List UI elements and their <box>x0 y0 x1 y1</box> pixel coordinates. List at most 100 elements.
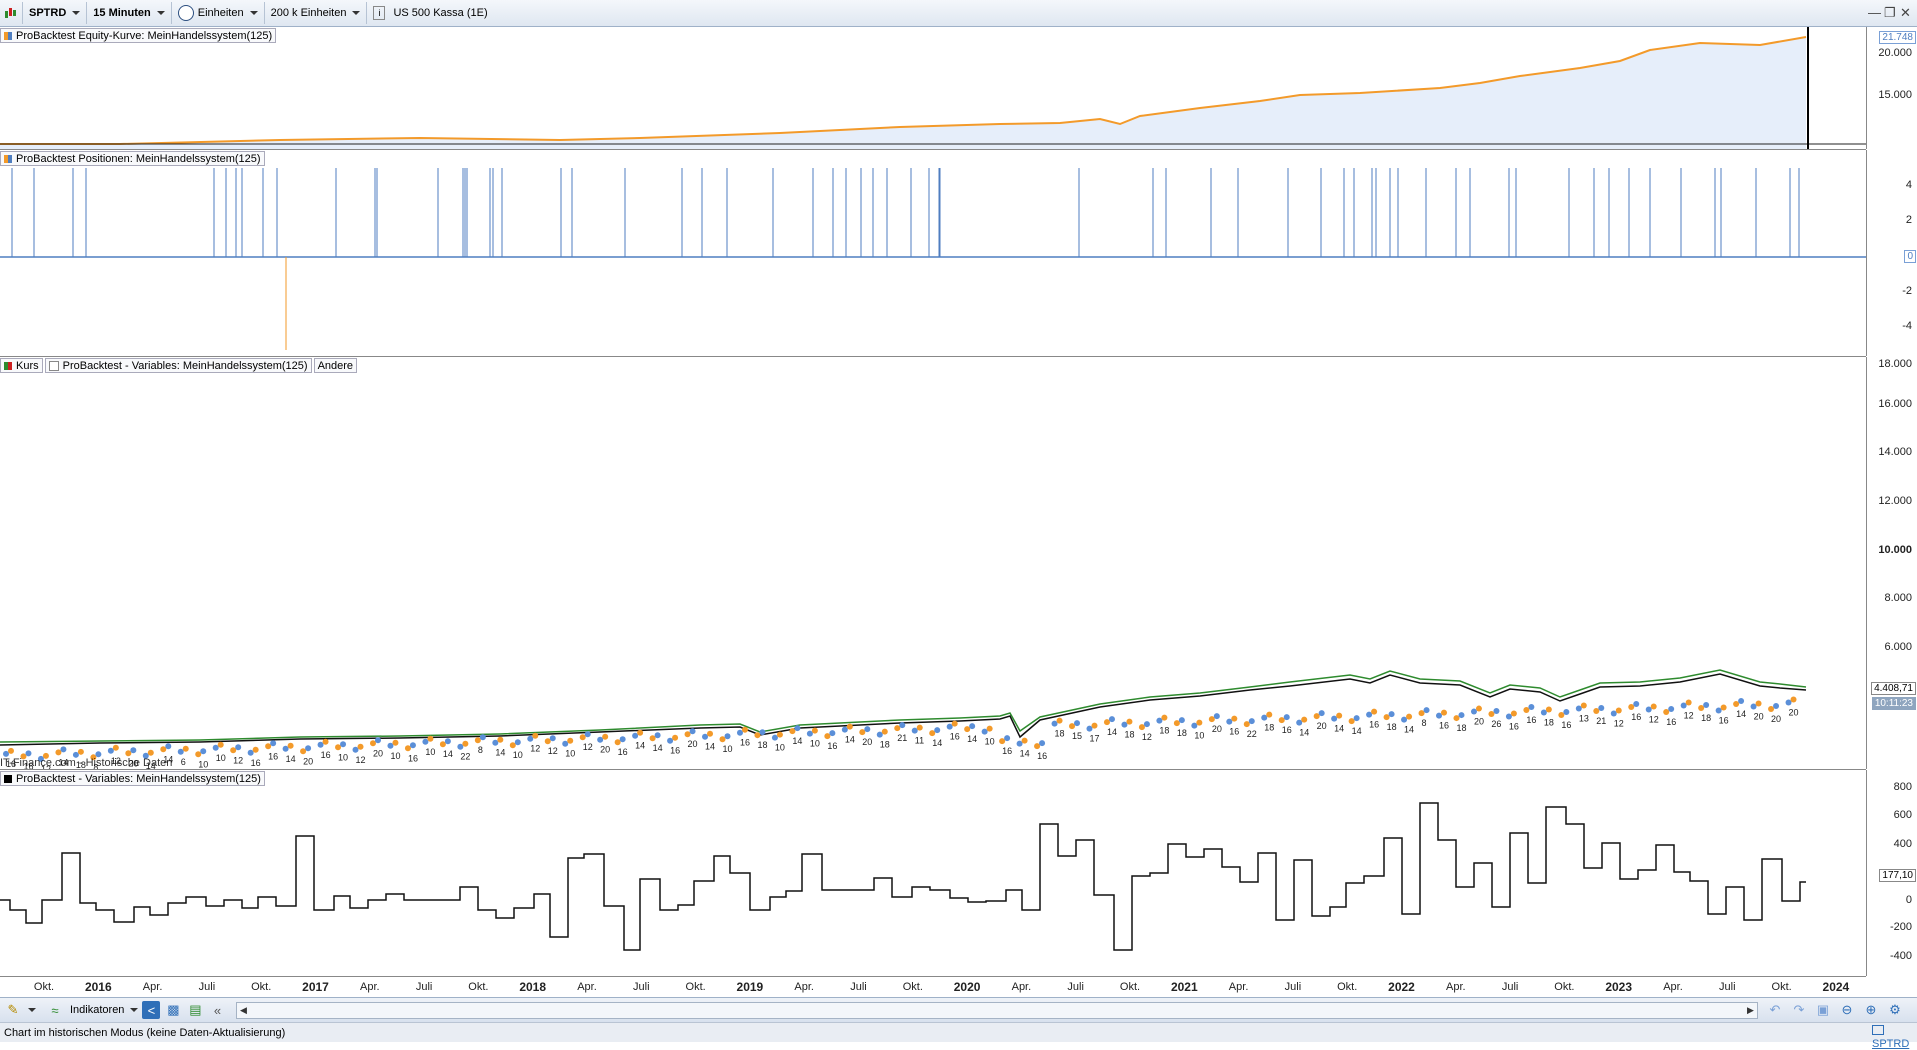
trade-marker <box>776 731 783 738</box>
trade-marker <box>1348 718 1355 725</box>
trade-label: 10 <box>198 759 208 769</box>
trade-marker <box>864 726 871 733</box>
trade-marker <box>1423 707 1430 714</box>
horizontal-scrollbar[interactable]: ◀ ▶ <box>236 1002 1758 1019</box>
trade-marker <box>689 728 696 735</box>
trade-marker <box>247 749 254 756</box>
timeframe-selector[interactable]: 15 Minuten <box>87 2 172 24</box>
trade-marker <box>1313 713 1320 720</box>
chevron-down-icon[interactable] <box>130 1008 139 1012</box>
units-mode-selector[interactable]: Einheiten <box>172 2 265 24</box>
equity-legend[interactable]: ProBacktest Equity-Kurve: MeinHandelssys… <box>0 28 278 43</box>
legend-item-kurs[interactable]: Kurs <box>0 358 43 373</box>
trade-marker <box>1039 740 1046 747</box>
trade-label: 14 <box>792 736 802 746</box>
trade-label: 18 <box>1124 730 1134 740</box>
export-icon[interactable]: ▩ <box>164 1001 182 1019</box>
trade-marker <box>265 743 272 750</box>
redo-icon[interactable]: ↷ <box>1790 1001 1808 1019</box>
trade-marker <box>1628 704 1635 711</box>
trade-label: 20 <box>688 739 698 749</box>
price-axis[interactable]: 18.000 16.000 14.000 12.000 10.000 8.000… <box>1866 357 1917 769</box>
trade-marker <box>357 743 364 750</box>
time-axis-label: Juli <box>1067 981 1084 993</box>
trade-marker <box>182 745 189 752</box>
rewind-icon[interactable]: « <box>208 1001 226 1019</box>
trade-marker <box>1610 710 1617 717</box>
status-symbol-link[interactable]: SPTRD <box>1872 1025 1917 1050</box>
chart-type-icon[interactable] <box>0 2 23 24</box>
price-legend-text: ProBacktest - Variables: MeinHandelssyst… <box>62 359 308 372</box>
price-legend[interactable]: Kurs ProBacktest - Variables: MeinHandel… <box>0 358 359 373</box>
price-tick: 10.000 <box>1878 544 1912 556</box>
trade-marker <box>387 742 394 749</box>
share-icon[interactable]: < <box>142 1001 161 1019</box>
trade-label: 10 <box>513 750 523 760</box>
variables-axis[interactable]: 800 600 400 177,10 0 -200 -400 200 <box>1866 770 1917 976</box>
draw-tool-icon[interactable]: ✎ <box>4 1001 22 1019</box>
variables-panel[interactable]: ProBacktest - Variables: MeinHandelssyst… <box>0 770 1866 977</box>
symbol-selector[interactable]: SPTRD <box>23 2 88 24</box>
indicators-button[interactable]: Indikatoren <box>70 1004 124 1016</box>
zoom-out-icon[interactable]: ⊖ <box>1838 1001 1856 1019</box>
variables-legend[interactable]: ProBacktest - Variables: MeinHandelssyst… <box>0 771 267 786</box>
watermark-text: IT-Finance.com - Historische Daten <box>0 757 173 769</box>
time-axis[interactable]: Okt. 2016 Apr. Juli Okt. 2017 Apr. Juli Okt. 2018… <box>0 976 1866 997</box>
time-axis-label: Okt. <box>251 981 272 993</box>
trade-marker <box>409 742 416 749</box>
trade-label: 22 <box>460 752 470 762</box>
positions-axis[interactable]: 4 2 0 -2 -4 <box>1866 150 1917 356</box>
trade-marker <box>1121 721 1128 728</box>
minimize-icon[interactable]: — <box>1868 5 1881 20</box>
legend-item-andere[interactable]: Andere <box>313 358 358 373</box>
status-bar: Chart im historischen Modus (keine Daten… <box>0 1022 1917 1050</box>
screenshot-icon[interactable]: ▤ <box>186 1001 204 1019</box>
equity-axis[interactable]: 21.748 20.000 15.000 <box>1866 27 1917 149</box>
positions-legend[interactable]: ProBacktest Positionen: MeinHandelssyste… <box>0 151 267 166</box>
zoom-in-icon[interactable]: ⊕ <box>1862 1001 1880 1019</box>
equity-legend-text: ProBacktest Equity-Kurve: MeinHandelssys… <box>16 29 273 42</box>
equity-tick: 20.000 <box>1878 47 1912 59</box>
undo-icon[interactable]: ↶ <box>1766 1001 1784 1019</box>
close-icon[interactable]: ✕ <box>1900 5 1911 21</box>
legend-item-variables[interactable]: ProBacktest - Variables: MeinHandelssyst… <box>44 358 312 373</box>
trade-marker <box>439 741 446 748</box>
trade-marker <box>1755 700 1762 707</box>
positions-panel[interactable]: ProBacktest Positionen: MeinHandelssyste… <box>0 150 1866 357</box>
trade-marker <box>1371 708 1378 715</box>
trade-marker <box>1680 702 1687 709</box>
trade-marker <box>1505 713 1512 720</box>
indicator-chart-icon[interactable]: ≈ <box>46 1001 64 1019</box>
zoom-area-icon[interactable]: ▣ <box>1814 1001 1832 1019</box>
equity-panel[interactable]: ProBacktest Equity-Kurve: MeinHandelssys… <box>0 27 1866 150</box>
restore-icon[interactable]: ❐ <box>1884 5 1896 21</box>
variables-tick: 600 <box>1893 809 1912 821</box>
price-panel[interactable]: 16 16 12 14 18 8 12 20 14 14 6 10 10 12 16 16 14 20 16 10 12… <box>0 357 1866 770</box>
trade-marker <box>527 735 534 742</box>
trade-marker <box>684 731 691 738</box>
trade-label: 10 <box>985 737 995 747</box>
trade-marker <box>1668 706 1675 713</box>
trade-label: 14 <box>443 749 453 759</box>
trade-marker <box>1331 715 1338 722</box>
trade-label: 14 <box>1334 724 1344 734</box>
trade-label: 10 <box>775 743 785 753</box>
positions-tick: -2 <box>1902 285 1912 297</box>
chevron-down-icon[interactable] <box>28 1008 36 1012</box>
units-count-selector[interactable]: 200 k Einheiten <box>265 2 368 24</box>
instrument-info[interactable]: i US 500 Kassa (1E) <box>367 2 493 24</box>
trade-marker <box>794 725 801 732</box>
main-toolbar: SPTRD 15 Minuten Einheiten 200 k Einheit… <box>0 0 1917 27</box>
trade-marker <box>981 728 988 735</box>
settings-icon[interactable]: ⚙ <box>1886 1001 1904 1019</box>
trade-label: 21 <box>897 733 907 743</box>
trade-marker <box>1738 698 1745 705</box>
time-axis-label: 2021 <box>1170 980 1198 994</box>
scroll-right-icon[interactable]: ▶ <box>1744 1003 1757 1018</box>
trade-label: 12 <box>583 742 593 752</box>
trade-marker <box>876 731 883 738</box>
units-count-label: 200 k Einheiten <box>270 7 347 19</box>
scroll-left-icon[interactable]: ◀ <box>237 1003 250 1018</box>
trade-marker <box>212 744 219 751</box>
trade-label: 13 <box>1579 714 1589 724</box>
